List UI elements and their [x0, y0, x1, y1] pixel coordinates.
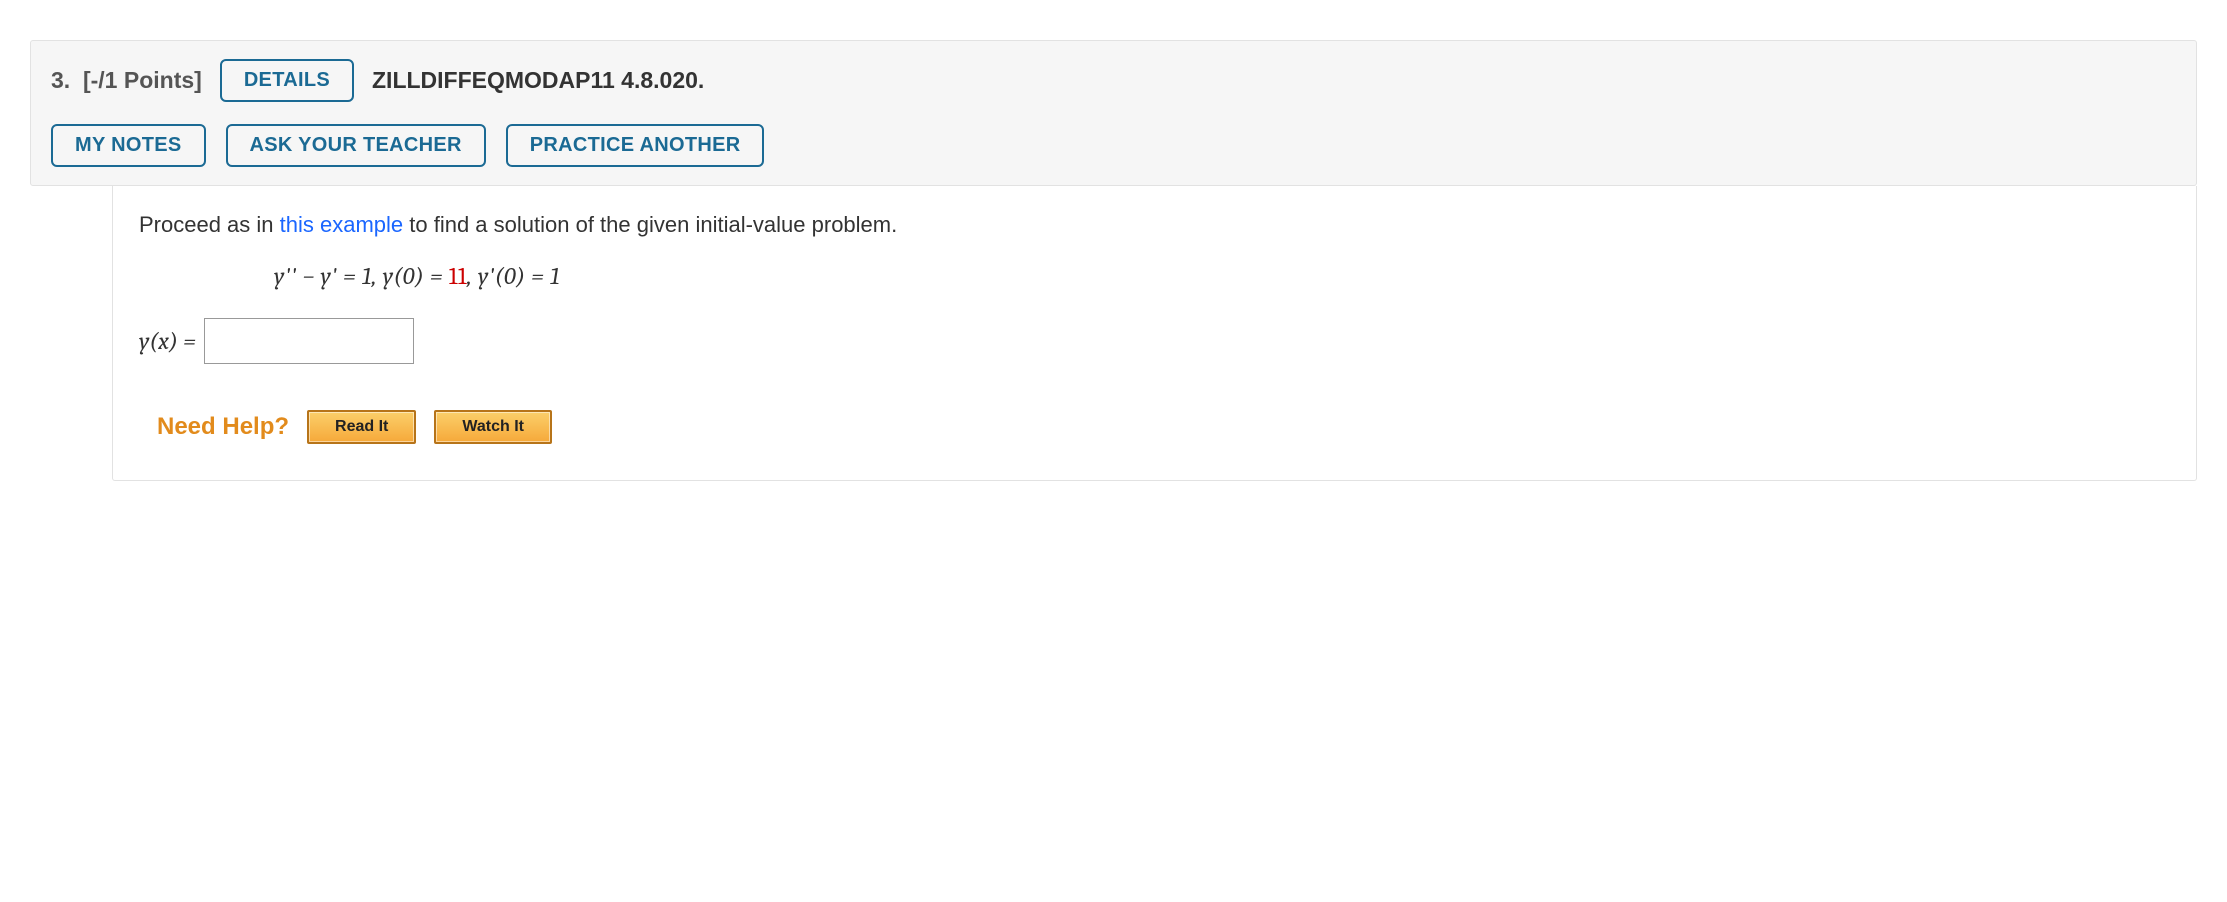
equation-part1: y'' − y' = 1, y(0) = [274, 262, 449, 290]
header-second-row: MY NOTES ASK YOUR TEACHER PRACTICE ANOTH… [51, 124, 2176, 167]
details-button[interactable]: DETAILS [220, 59, 354, 102]
help-row: Need Help? Read It Watch It [157, 410, 2170, 444]
question-header: 3. [-/1 Points] DETAILS ZILLDIFFEQMODAP1… [30, 40, 2197, 186]
instruction-pre: Proceed as in [139, 212, 280, 237]
header-top-row: 3. [-/1 Points] DETAILS ZILLDIFFEQMODAP1… [51, 59, 2176, 102]
answer-label: y(x) = [139, 327, 196, 355]
instruction-text: Proceed as in this example to find a sol… [139, 212, 2170, 238]
watch-it-button[interactable]: Watch It [434, 410, 552, 444]
example-link[interactable]: this example [280, 212, 404, 237]
answer-row: y(x) = [139, 318, 2170, 364]
equation: y'' − y' = 1, y(0) = 11, y'(0) = 1 [274, 262, 2170, 290]
need-help-label: Need Help? [157, 413, 289, 441]
my-notes-button[interactable]: MY NOTES [51, 124, 206, 167]
question-number: 3. [51, 67, 70, 93]
question-points: 3. [-/1 Points] [51, 67, 202, 94]
question-body: Proceed as in this example to find a sol… [112, 186, 2197, 481]
answer-input[interactable] [204, 318, 414, 364]
textbook-reference: ZILLDIFFEQMODAP11 4.8.020. [372, 67, 704, 94]
equation-part2: , y'(0) = 1 [467, 262, 560, 290]
ask-teacher-button[interactable]: ASK YOUR TEACHER [226, 124, 486, 167]
equation-red-value: 11 [449, 262, 467, 290]
points-text: [-/1 Points] [83, 67, 202, 93]
instruction-post: to find a solution of the given initial-… [403, 212, 897, 237]
read-it-button[interactable]: Read It [307, 410, 416, 444]
practice-another-button[interactable]: PRACTICE ANOTHER [506, 124, 765, 167]
